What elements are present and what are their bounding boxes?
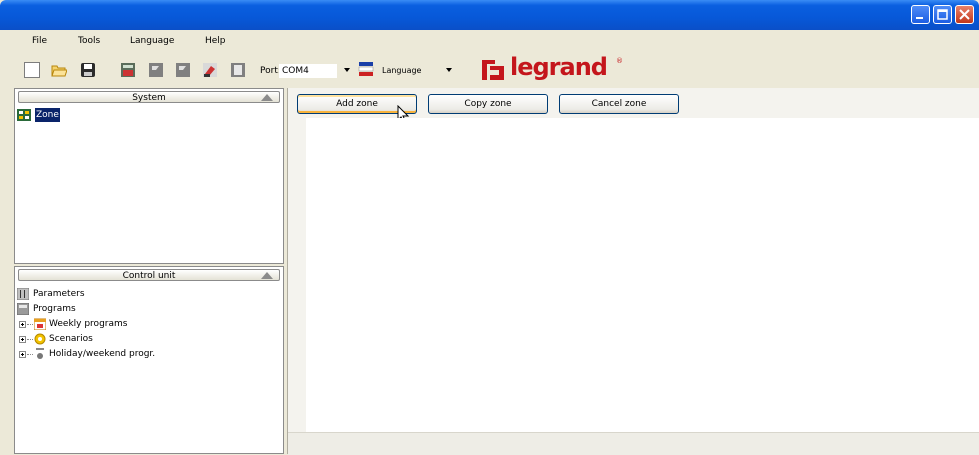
close-icon [959, 9, 970, 20]
expand-icon[interactable] [19, 336, 26, 343]
scenario-icon [34, 333, 46, 345]
save-icon[interactable] [80, 62, 96, 78]
collapse-arrow-icon[interactable] [261, 94, 273, 101]
flag-icon[interactable] [148, 62, 164, 78]
tree-item-label: Programs [33, 304, 76, 314]
copy-zone-button[interactable]: Copy zone [428, 94, 548, 114]
port-dropdown-arrow-icon[interactable] [344, 68, 350, 72]
new-file-icon[interactable] [24, 62, 40, 78]
language-label[interactable]: Language [382, 66, 421, 75]
menu-help[interactable]: Help [205, 36, 226, 46]
system-panel: System Zone [14, 88, 284, 264]
programs-icon [17, 303, 29, 315]
zone-icon [17, 109, 31, 121]
control-unit-panel: Control unit Parameters Programs Weekly … [14, 266, 284, 454]
menu-tools[interactable]: Tools [78, 36, 100, 46]
expand-icon[interactable] [19, 321, 26, 328]
cancel-zone-button[interactable]: Cancel zone [559, 94, 679, 114]
expand-icon[interactable] [19, 351, 26, 358]
title-bar [0, 0, 979, 30]
calendar-icon [34, 318, 46, 330]
language-dropdown-arrow-icon[interactable] [446, 68, 452, 72]
system-panel-title: System [132, 93, 166, 103]
close-button[interactable] [955, 5, 974, 24]
paint-icon[interactable] [202, 62, 218, 78]
maximize-button[interactable] [933, 5, 952, 24]
legrand-logo-text: legrand [510, 53, 608, 81]
port-select[interactable]: COM4 [279, 64, 337, 78]
main-panel: Add zone Copy zone Cancel zone [287, 88, 979, 455]
zone-button-bar: Add zone Copy zone Cancel zone [288, 88, 979, 124]
open-folder-icon[interactable] [51, 62, 67, 78]
system-panel-header[interactable]: System [18, 91, 280, 103]
legrand-logo-icon [482, 60, 504, 80]
minimize-icon [916, 17, 923, 19]
zone-content-area[interactable] [306, 118, 979, 432]
tree-item-label: Holiday/weekend progr. [49, 349, 156, 359]
minimize-button[interactable] [911, 5, 930, 24]
maximize-icon [937, 9, 948, 20]
status-strip [288, 432, 979, 455]
port-value: COM4 [282, 66, 309, 76]
document-icon[interactable] [230, 62, 246, 78]
tree-item-label: Parameters [33, 289, 85, 299]
legrand-logo-registered: ® [616, 57, 623, 65]
control-unit-panel-title: Control unit [122, 271, 176, 281]
tree-item-label: Weekly programs [49, 319, 128, 329]
holiday-icon [36, 348, 44, 359]
toolbar: Port: COM4 Language legrand ® [14, 53, 623, 86]
tree-item-label: Zone [35, 108, 60, 122]
flag-icon[interactable] [175, 62, 191, 78]
menu-file[interactable]: File [32, 36, 47, 46]
port-label: Port: [260, 66, 281, 76]
tree-item-label: Scenarios [49, 334, 93, 344]
collapse-arrow-icon[interactable] [261, 272, 273, 279]
menu-language[interactable]: Language [130, 36, 174, 46]
parameters-icon [17, 288, 29, 300]
control-unit-panel-header[interactable]: Control unit [18, 269, 280, 281]
language-flag-icon[interactable] [358, 61, 374, 77]
calculator-icon[interactable] [120, 62, 136, 78]
